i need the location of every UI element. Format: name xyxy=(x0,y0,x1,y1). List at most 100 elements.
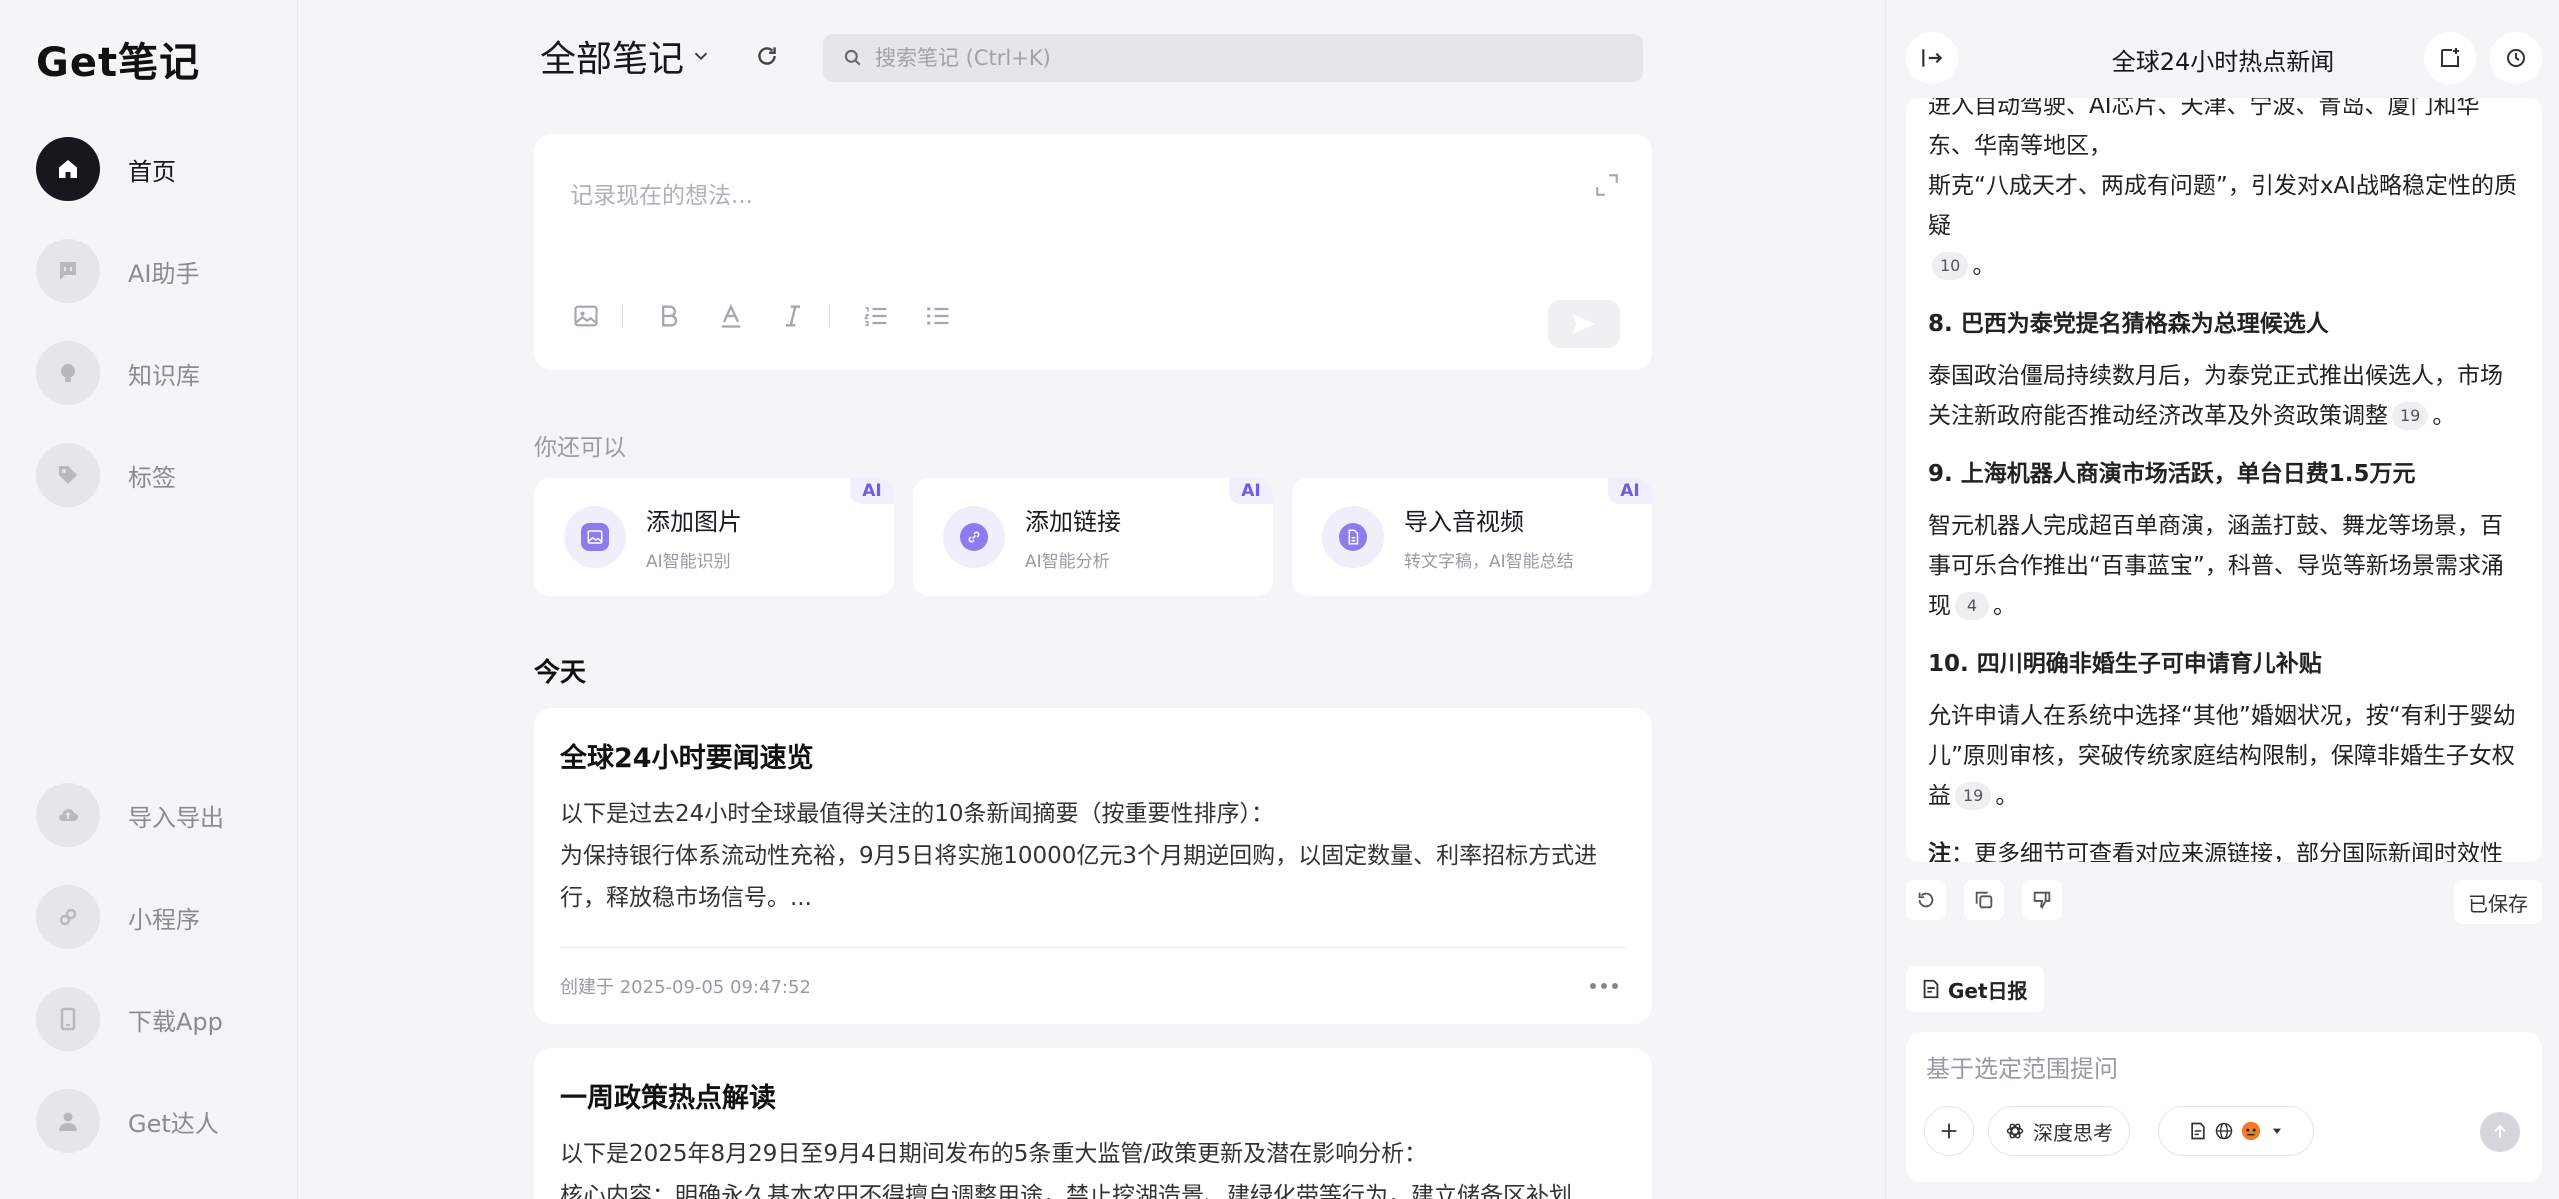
sidebar-item-label: 小程序 xyxy=(128,905,200,934)
link-icon xyxy=(943,506,1005,568)
sidebar-item-tags[interactable]: 标签 xyxy=(36,442,276,508)
answer-actions: 已保存 xyxy=(1906,880,2542,924)
atom-icon xyxy=(2006,1123,2024,1139)
sidebar-item-download-app[interactable]: 下载App xyxy=(36,986,276,1052)
question-input[interactable] xyxy=(1924,1054,2504,1084)
search-bar[interactable] xyxy=(823,34,1643,82)
note-editor[interactable]: 记录现在的想法... xyxy=(534,134,1652,370)
italic-button[interactable] xyxy=(777,300,809,332)
audio-file-icon xyxy=(1322,506,1384,568)
mascot-icon xyxy=(2241,1121,2261,1141)
bullet-list-button[interactable] xyxy=(922,300,954,332)
history-icon xyxy=(2507,49,2525,67)
add-image-card[interactable]: 添加图片 AI智能识别 AI xyxy=(534,478,894,596)
regenerate-icon xyxy=(1918,892,1934,908)
panel-header: 全球24小时热点新闻 xyxy=(1886,28,2559,88)
add-attachment-button[interactable] xyxy=(1924,1106,1974,1156)
sidebar-item-ai-assistant[interactable]: AI助手 xyxy=(36,238,276,304)
note-preview-line: 核心内容：明确永久基本农田不得擅自调整用途，禁止挖湖造景、建绿化带等行为，建立储… xyxy=(560,1183,1572,1199)
tag-icon xyxy=(36,443,100,507)
bold-button[interactable] xyxy=(653,300,685,332)
sidebar-item-mini-program[interactable]: 小程序 xyxy=(36,884,276,950)
citation-badge[interactable]: 10 xyxy=(1932,252,1969,280)
saved-button[interactable]: 已保存 xyxy=(2454,880,2542,924)
news-item-heading: 8. 巴西为泰党提名猜格森为总理候选人 xyxy=(1928,311,2329,337)
get-daily-chip[interactable]: Get日报 xyxy=(1906,966,2044,1012)
period: 。 xyxy=(1972,253,1996,279)
quick-action-title: 添加图片 xyxy=(646,508,742,536)
ai-answer-card: 进入自动驾驶、AI芯片、天津、宁波、青岛、厦门和华东、华南等地区， 斯克“八成天… xyxy=(1906,98,2542,862)
quick-action-subtitle: 转文字稿，AI智能总结 xyxy=(1404,552,1574,572)
history-button[interactable] xyxy=(2490,32,2542,84)
sidebar-item-label: AI助手 xyxy=(128,259,200,288)
deep-think-toggle[interactable]: 深度思考 xyxy=(1988,1106,2130,1156)
refresh-button[interactable] xyxy=(752,41,782,71)
citation-badge[interactable]: 19 xyxy=(1955,782,1992,810)
sidebar-item-label: 下载App xyxy=(128,1007,223,1036)
globe-icon xyxy=(2215,1122,2233,1140)
citation-badge[interactable]: 19 xyxy=(2392,402,2429,430)
ordered-list-button[interactable] xyxy=(860,300,892,332)
section-today-title: 今天 xyxy=(534,658,587,688)
home-icon xyxy=(36,137,100,201)
app-window: Get笔记 首页 AI助手 知识库 标签 导入导出 小程序 下载App Get达… xyxy=(0,0,2559,1199)
note-more-button[interactable] xyxy=(1582,975,1626,997)
add-link-card[interactable]: 添加链接 AI智能分析 AI xyxy=(913,478,1273,596)
search-input[interactable] xyxy=(873,45,1613,71)
bold-icon xyxy=(662,305,678,327)
answer-text: 10。 xyxy=(1928,246,2524,286)
text-color-button[interactable] xyxy=(715,300,747,332)
note-preview-line: 以下是过去24小时全球最值得关注的10条新闻摘要（按重要性排序）： xyxy=(560,801,1275,827)
sidebar: Get笔记 首页 AI助手 知识库 标签 导入导出 小程序 下载App Get达… xyxy=(0,0,298,1199)
toolbar-divider xyxy=(829,304,830,328)
source-scope-dropdown[interactable] xyxy=(2158,1106,2314,1156)
app-logo: Get笔记 xyxy=(36,40,201,86)
note-card[interactable]: 全球24小时要闻速览 以下是过去24小时全球最值得关注的10条新闻摘要（按重要性… xyxy=(534,708,1652,1024)
note-footer: 创建于 2025-09-05 09:47:52 xyxy=(560,948,1626,1024)
new-chat-button[interactable] xyxy=(2424,32,2476,84)
note-title: 一周政策热点解读 xyxy=(560,1083,776,1114)
sidebar-item-knowledge-base[interactable]: 知识库 xyxy=(36,340,276,406)
news-item-body: 泰国政治僵局持续数月后，为泰党正式推出候选人，市场关注新政府能否推动经济改革及外… xyxy=(1928,356,2524,436)
thumbs-down-icon xyxy=(2033,891,2051,909)
phone-icon xyxy=(36,987,100,1051)
send-note-button[interactable] xyxy=(1548,300,1620,348)
italic-icon xyxy=(786,305,800,327)
editor-placeholder[interactable]: 记录现在的想法... xyxy=(570,176,753,210)
answer-text: 进入自动驾驶、AI芯片、天津、宁波、青岛、厦门和华东、华南等地区， xyxy=(1928,98,2480,159)
main-header: 全部笔记 xyxy=(540,30,782,82)
also-label: 你还可以 xyxy=(534,435,626,461)
copy-button[interactable] xyxy=(1964,880,2004,920)
period: 。 xyxy=(2432,403,2456,429)
answer-text-span: 斯克“八成天才、两成有问题”，引发对xAI战略稳定性的质疑 xyxy=(1928,173,2517,239)
citation-badge[interactable]: 4 xyxy=(1955,592,1989,620)
sidebar-item-get-expert[interactable]: Get达人 xyxy=(36,1088,276,1154)
import-audio-video-card[interactable]: 导入音视频 转文字稿，AI智能总结 AI xyxy=(1292,478,1652,596)
sidebar-item-label: Get达人 xyxy=(128,1109,219,1138)
expand-icon[interactable] xyxy=(1594,172,1620,198)
regenerate-button[interactable] xyxy=(1906,880,1946,920)
note-preview-line: 为保持银行体系流动性充裕，9月5日将实施10000亿元3个月期逆回购，以固定数量… xyxy=(560,843,1598,911)
quick-action-subtitle: AI智能识别 xyxy=(646,552,731,572)
period: 。 xyxy=(1993,593,2016,619)
editor-toolbar xyxy=(570,300,984,332)
notes-filter-dropdown[interactable]: 全部笔记 xyxy=(540,30,712,82)
news-item-heading: 10. 四川明确非婚生子可申请育儿补贴 xyxy=(1928,651,2322,677)
note-card[interactable]: 一周政策热点解读 以下是2025年8月29日至9月4日期间发布的5条重大监管/政… xyxy=(534,1048,1652,1199)
news-item-body: 允许申请人在系统中选择“其他”婚姻状况，按“有利于婴幼儿”原则审核，突破传统家庭… xyxy=(1928,696,2524,816)
image-icon xyxy=(574,305,598,327)
send-question-button[interactable] xyxy=(2480,1112,2520,1152)
dislike-button[interactable] xyxy=(2022,880,2062,920)
person-icon xyxy=(36,1089,100,1153)
sidebar-item-home[interactable]: 首页 xyxy=(36,136,276,202)
note-preview: 以下是2025年8月29日至9月4日期间发布的5条重大监管/政策更新及潜在影响分… xyxy=(560,1133,1626,1199)
chat-composer[interactable]: 深度思考 xyxy=(1906,1032,2542,1182)
ai-badge: AI xyxy=(1608,478,1652,504)
ordered-list-icon xyxy=(863,307,887,327)
quick-action-title: 导入音视频 xyxy=(1404,508,1524,536)
insert-image-button[interactable] xyxy=(570,300,602,332)
ai-chat-panel: 全球24小时热点新闻 进入自动驾驶、AI芯片、天津、宁波、青岛、厦门和华东、华南… xyxy=(1885,0,2559,1199)
sidebar-item-import-export[interactable]: 导入导出 xyxy=(36,782,276,848)
document-icon xyxy=(1923,979,1939,999)
mini-program-icon xyxy=(36,885,100,949)
